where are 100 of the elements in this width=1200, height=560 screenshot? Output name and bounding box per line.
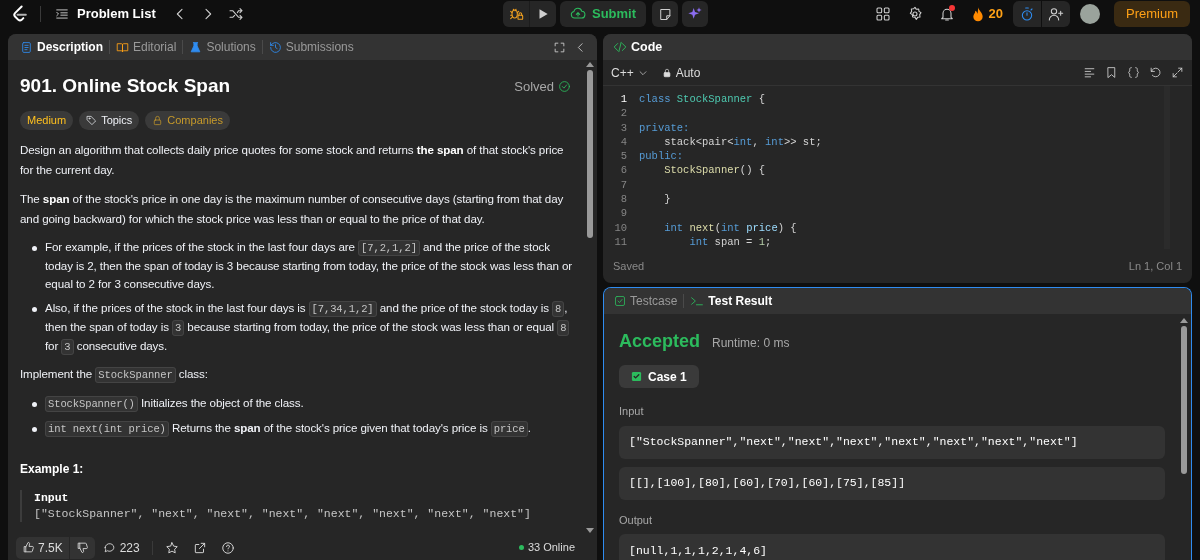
thumbs-down-icon [75, 541, 89, 554]
description-tab[interactable]: Editorial [114, 38, 179, 56]
save-status: Saved [613, 259, 645, 274]
bookmark-icon[interactable] [1105, 66, 1118, 79]
description-tab[interactable]: Description [18, 38, 105, 56]
auto-mode-button[interactable]: Auto [661, 63, 701, 82]
line-number: 11 [613, 234, 628, 250]
code-line: int next(int price) { [663, 220, 797, 235]
bell-icon[interactable] [938, 6, 955, 22]
check-circle-icon [558, 79, 571, 93]
expand-icon[interactable] [1171, 66, 1184, 79]
premium-button[interactable]: Premium [1114, 1, 1190, 27]
line-number: 5 [619, 149, 628, 164]
runtime-text: Runtime: 0 ms [712, 335, 790, 352]
avatar[interactable] [1080, 4, 1100, 24]
line-number: 1 [619, 92, 628, 107]
list-item-text: Also, if the prices of the stock in the last four days is [7,34,1,2] and the price of the stock today is 8 , then the span of today is 3 because starting from today, the price of the stock was less than or equal 8 for 3 consecutive days. [45, 299, 571, 356]
line-number: 9 [619, 206, 628, 221]
code-line: int span = 1; [688, 234, 772, 250]
book-icon [116, 40, 129, 54]
section-label: Input [619, 404, 645, 419]
note-button[interactable] [652, 1, 679, 27]
input-value: ["StockSpanner","next","next","next","next","next","next","next"] [619, 425, 1165, 459]
difficulty-badge[interactable]: Medium [20, 110, 74, 130]
fullscreen-icon[interactable] [553, 40, 566, 54]
star-icon[interactable] [164, 540, 179, 555]
code-line: StockSpanner() { [663, 163, 766, 178]
example-code-text: ["StockSpanner", "next", "next", "next", "next", "next", "next", "next"] [34, 505, 532, 522]
case-tab[interactable]: Case 1 [619, 365, 699, 388]
comments-button[interactable]: 223 [102, 538, 140, 557]
list-icon [55, 7, 69, 21]
help-icon[interactable] [220, 540, 235, 555]
solved-status: Solved [514, 76, 571, 96]
terminal-icon [690, 295, 705, 307]
description-paragraph: Implement the StockSpanner class: [20, 365, 209, 385]
verdict-text: Accepted [619, 330, 701, 353]
problem-title: 901. Online Stock Span [20, 74, 231, 98]
description-paragraph: Design an algorithm that collects daily price quotes for some stock and returns the span of that stock's price for the current day. [20, 141, 565, 178]
submit-button[interactable]: Submit [560, 1, 647, 27]
code-line: private: [638, 120, 690, 135]
cursor-position: Ln 1, Col 1 [1128, 259, 1182, 274]
example-label: Input [34, 489, 70, 506]
comment-icon [102, 541, 116, 554]
shuffle-icon[interactable] [227, 6, 244, 22]
check-square-icon [631, 371, 642, 382]
line-number: 6 [619, 163, 628, 178]
section-label: Output [619, 512, 654, 528]
grid-icon[interactable] [874, 6, 891, 22]
document-icon [20, 40, 33, 54]
list-item-text: int next(int price) Returns the span of the stock's price given that today's price is price . [45, 418, 531, 438]
line-number: 2 [619, 106, 628, 121]
code-line: class StockSpanner { [638, 92, 766, 107]
description-tab[interactable]: Solutions [187, 38, 258, 56]
braces-icon[interactable] [1127, 66, 1140, 79]
undo-icon[interactable] [1149, 66, 1162, 79]
bug-icon [508, 6, 524, 22]
flask-icon [189, 40, 203, 54]
code-line: public: [638, 149, 684, 164]
description-tab[interactable]: Submissions [266, 38, 356, 56]
streak-counter[interactable]: 20 [970, 4, 1003, 24]
add-user-icon [1048, 6, 1064, 22]
result-tab[interactable]: Test Result [690, 292, 773, 310]
bullet-point [32, 306, 37, 312]
tag-icon [86, 114, 98, 126]
code-icon [613, 40, 627, 54]
line-number: 4 [619, 134, 628, 150]
bullet-point [32, 401, 37, 407]
bullet-point [32, 245, 37, 251]
format-icon[interactable] [1083, 66, 1096, 79]
flame-icon [970, 6, 985, 22]
assistant-button[interactable] [682, 1, 709, 27]
line-number: 3 [619, 120, 628, 135]
debug-button[interactable] [503, 1, 529, 27]
invite-button[interactable] [1042, 1, 1070, 27]
timer-button[interactable] [1013, 1, 1041, 27]
note-icon [657, 6, 673, 22]
stopwatch-icon [1019, 6, 1035, 22]
language-dropdown[interactable]: C++ [611, 63, 648, 82]
history-icon [268, 40, 282, 54]
line-number: 10 [613, 220, 628, 235]
share-icon[interactable] [192, 540, 207, 555]
line-number: 7 [619, 177, 628, 193]
example-heading: Example 1: [20, 460, 85, 478]
result-tab[interactable]: Testcase [614, 292, 678, 310]
panel-title: Code [631, 38, 663, 56]
companies-button[interactable]: Companies [145, 110, 230, 130]
lock-icon [152, 114, 164, 126]
bullet-point [32, 426, 37, 432]
topics-button[interactable]: Topics [79, 110, 140, 130]
checkbox-icon [614, 295, 626, 307]
online-count: 33 Online [518, 539, 575, 556]
list-item-text: StockSpanner() Initializes the object of the class. [45, 393, 304, 413]
scrollbar[interactable] [586, 62, 594, 533]
line-number: 8 [619, 192, 628, 207]
description-paragraph: The span of the stock's price in one day is the maximum number of consecutive days (starting from that day and going backward) for which the stock price was less than or equal to the price of that day. [20, 190, 565, 227]
list-item-text: For example, if the prices of the stock in the last four days are [7,2,1,2] and the price of the stock today is 2, then the span of today is 3 because starting from today, the price of the stock was less than or equal to 2 for 3 consecutive days. [45, 238, 574, 292]
code-line: } [663, 192, 671, 207]
problem-list-button[interactable]: Problem List [51, 4, 160, 24]
run-button[interactable] [530, 1, 556, 27]
input-value: [[],[100],[80],[60],[70],[60],[75],[85]] [619, 466, 1165, 500]
